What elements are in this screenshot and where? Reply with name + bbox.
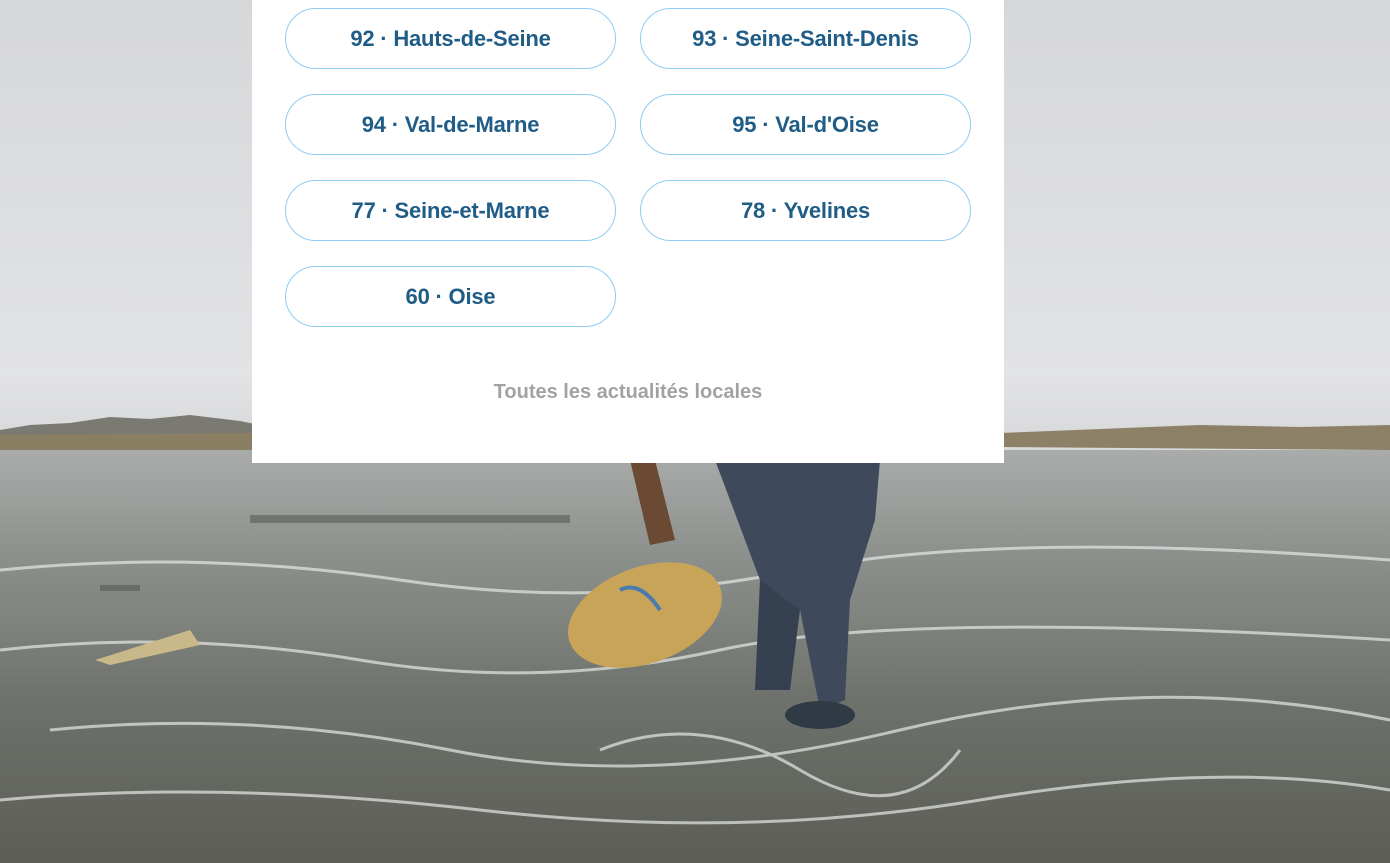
department-buttons-grid: 92 · Hauts-de-Seine 93 · Seine-Saint-Den… <box>285 8 971 327</box>
all-local-news-link[interactable]: Toutes les actualités locales <box>252 381 1004 404</box>
department-button-94[interactable]: 94 · Val-de-Marne <box>285 94 616 155</box>
department-button-60[interactable]: 60 · Oise <box>285 266 616 327</box>
department-button-92[interactable]: 92 · Hauts-de-Seine <box>285 8 616 69</box>
department-button-77[interactable]: 77 · Seine-et-Marne <box>285 180 616 241</box>
local-news-dropdown-panel: 92 · Hauts-de-Seine 93 · Seine-Saint-Den… <box>252 0 1004 463</box>
person-wading <box>568 460 880 729</box>
department-button-93[interactable]: 93 · Seine-Saint-Denis <box>640 8 971 69</box>
department-button-95[interactable]: 95 · Val-d'Oise <box>640 94 971 155</box>
department-button-78[interactable]: 78 · Yvelines <box>640 180 971 241</box>
